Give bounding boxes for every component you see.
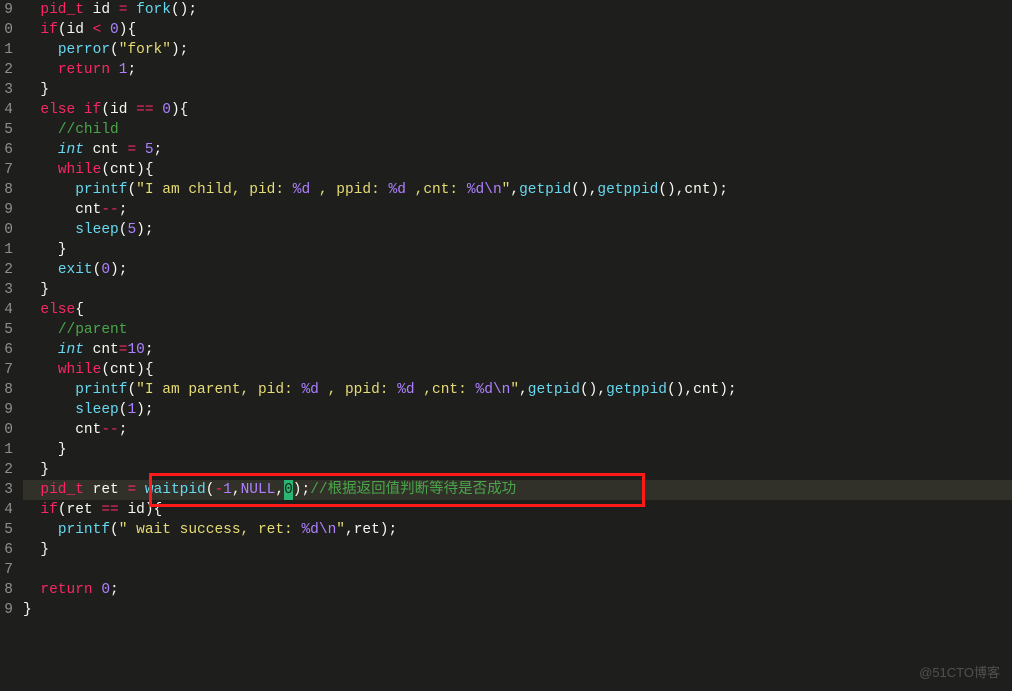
code-line[interactable]: printf(" wait success, ret: %d\n",ret); xyxy=(23,520,1012,540)
code-line[interactable]: int cnt = 5; xyxy=(23,140,1012,160)
code-line[interactable]: while(cnt){ xyxy=(23,360,1012,380)
line-number: 9 xyxy=(0,400,13,420)
line-number: 1 xyxy=(0,40,13,60)
code-line[interactable]: } xyxy=(23,600,1012,620)
line-number: 4 xyxy=(0,100,13,120)
line-number: 7 xyxy=(0,160,13,180)
line-number: 2 xyxy=(0,460,13,480)
watermark-text: @51CTO博客 xyxy=(919,663,1000,683)
token-comment: //根据返回值判断等待是否成功 xyxy=(310,482,516,498)
code-line[interactable]: perror("fork"); xyxy=(23,40,1012,60)
line-number: 9 xyxy=(0,200,13,220)
line-number-gutter: 9 0 1 2 3 4 5 6 7 8 9 0 1 2 3 4 5 6 7 8 … xyxy=(0,0,13,691)
line-number: 8 xyxy=(0,580,13,600)
code-line[interactable]: sleep(1); xyxy=(23,400,1012,420)
line-number: 5 xyxy=(0,120,13,140)
token-func: fork xyxy=(136,2,171,18)
code-line[interactable]: printf("I am child, pid: %d , ppid: %d ,… xyxy=(23,180,1012,200)
code-line[interactable]: exit(0); xyxy=(23,260,1012,280)
code-line[interactable]: else{ xyxy=(23,300,1012,320)
code-line[interactable]: pid_t id = fork(); xyxy=(23,0,1012,20)
line-number: 7 xyxy=(0,360,13,380)
code-line[interactable]: //parent xyxy=(23,320,1012,340)
line-number: 5 xyxy=(0,320,13,340)
line-number: 8 xyxy=(0,380,13,400)
line-number: 7 xyxy=(0,560,13,580)
code-line[interactable]: else if(id == 0){ xyxy=(23,100,1012,120)
line-number: 8 xyxy=(0,180,13,200)
code-line[interactable]: } xyxy=(23,440,1012,460)
token-comment: //child xyxy=(58,122,119,138)
line-number: 4 xyxy=(0,500,13,520)
token-comment: //parent xyxy=(58,322,128,338)
code-area[interactable]: pid_t id = fork(); if(id < 0){ perror("f… xyxy=(13,0,1012,691)
code-line[interactable]: return 0; xyxy=(23,580,1012,600)
code-line[interactable]: //child xyxy=(23,120,1012,140)
line-number: 2 xyxy=(0,60,13,80)
code-line[interactable]: while(cnt){ xyxy=(23,160,1012,180)
code-line-current[interactable]: pid_t ret = waitpid(-1,NULL,0);//根据返回值判断… xyxy=(23,480,1012,500)
code-line[interactable]: } xyxy=(23,280,1012,300)
line-number: 3 xyxy=(0,480,13,500)
code-line[interactable]: } xyxy=(23,460,1012,480)
line-number: 6 xyxy=(0,140,13,160)
line-number: 0 xyxy=(0,420,13,440)
line-number: 9 xyxy=(0,0,13,20)
line-number: 3 xyxy=(0,80,13,100)
line-number: 0 xyxy=(0,220,13,240)
token-type: pid_t xyxy=(40,2,84,18)
line-number: 9 xyxy=(0,600,13,620)
code-line[interactable]: printf("I am parent, pid: %d , ppid: %d … xyxy=(23,380,1012,400)
line-number: 5 xyxy=(0,520,13,540)
line-number: 1 xyxy=(0,440,13,460)
code-editor[interactable]: 9 0 1 2 3 4 5 6 7 8 9 0 1 2 3 4 5 6 7 8 … xyxy=(0,0,1012,691)
line-number: 2 xyxy=(0,260,13,280)
line-number: 3 xyxy=(0,280,13,300)
code-line[interactable]: return 1; xyxy=(23,60,1012,80)
line-number: 6 xyxy=(0,540,13,560)
code-line[interactable]: } xyxy=(23,540,1012,560)
line-number: 6 xyxy=(0,340,13,360)
code-line[interactable]: if(id < 0){ xyxy=(23,20,1012,40)
code-line[interactable]: int cnt=10; xyxy=(23,340,1012,360)
code-line[interactable]: if(ret == id){ xyxy=(23,500,1012,520)
line-number: 0 xyxy=(0,20,13,40)
code-line[interactable]: cnt--; xyxy=(23,200,1012,220)
line-number: 1 xyxy=(0,240,13,260)
cursor-selection: 0 xyxy=(284,480,293,500)
code-line[interactable]: cnt--; xyxy=(23,420,1012,440)
code-line[interactable]: } xyxy=(23,240,1012,260)
code-line[interactable]: } xyxy=(23,80,1012,100)
line-number: 4 xyxy=(0,300,13,320)
code-line[interactable]: sleep(5); xyxy=(23,220,1012,240)
code-line[interactable] xyxy=(23,560,1012,580)
